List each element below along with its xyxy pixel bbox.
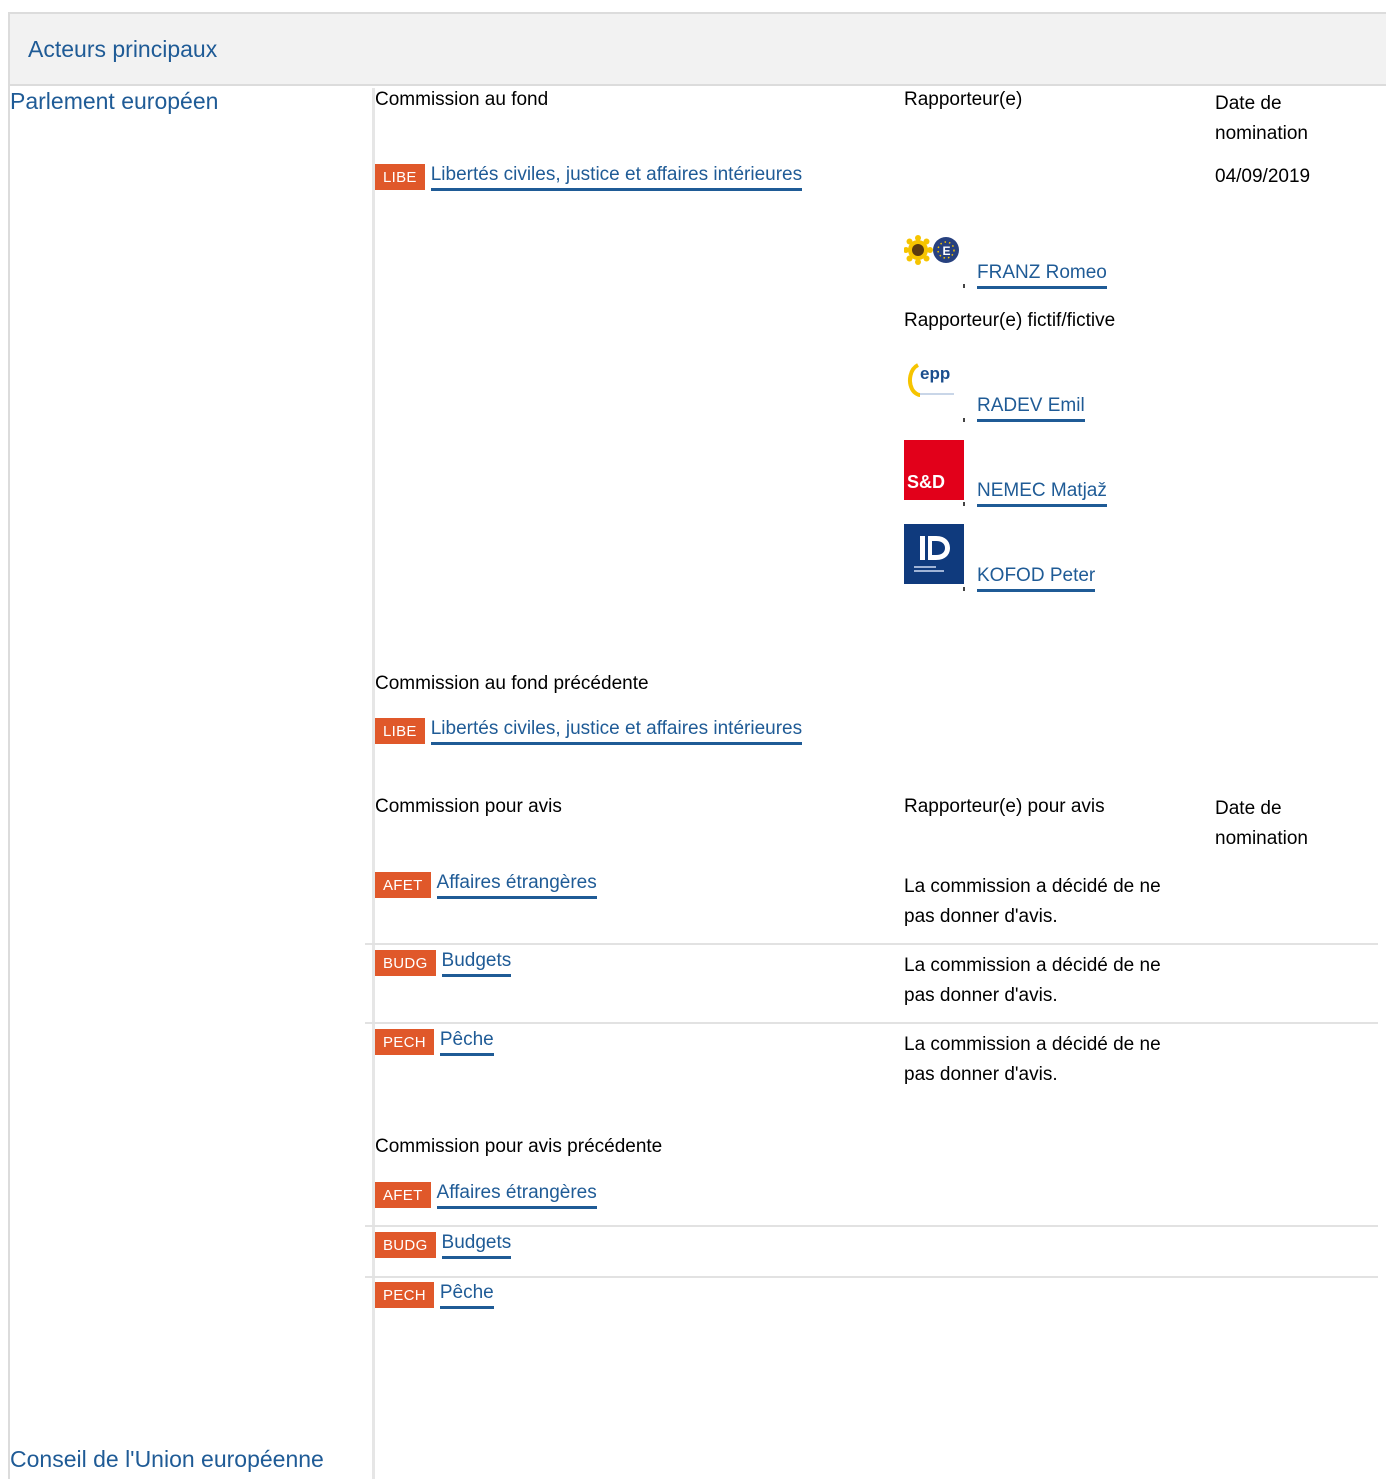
separator-mark: [963, 284, 965, 288]
previous-opinion-row: AFET Affaires étrangères: [375, 1181, 597, 1209]
nomination-date: 04/09/2019: [1215, 166, 1311, 187]
column-divider: [372, 88, 375, 1479]
previous-opinion-row: PECH Pêche: [375, 1281, 494, 1309]
committee-code-badge: PECH: [375, 1282, 434, 1308]
shadow-rapporteur-link[interactable]: NEMEC Matjaž: [977, 480, 1107, 507]
committee-code-badge: AFET: [375, 1182, 431, 1208]
epp-logo-icon: epp: [904, 355, 964, 405]
committee-link[interactable]: Pêche: [439, 1029, 494, 1056]
shadow-rapporteur-link[interactable]: RADEV Emil: [977, 395, 1085, 422]
id-logo-icon: [904, 524, 964, 584]
lead-committee-header: Commission au fond: [375, 89, 549, 110]
opinion-note: La commission a décidé de ne pas donner …: [904, 955, 1161, 1006]
committee-link[interactable]: Affaires étrangères: [436, 872, 597, 899]
committee-code-badge: BUDG: [375, 1232, 436, 1258]
opinion-rapporteur-header: Rapporteur(e) pour avis: [904, 796, 1105, 817]
section-title[interactable]: Acteurs principaux: [28, 36, 217, 63]
opinion-row: BUDG Budgets: [375, 949, 512, 977]
opinion-note: La commission a décidé de ne pas donner …: [904, 1034, 1161, 1085]
separator-mark: [963, 587, 965, 591]
committee-link[interactable]: Budgets: [441, 950, 512, 977]
greens-efa-logo-icon: E: [903, 228, 964, 272]
opinion-date-header: Date de nomination: [1215, 798, 1308, 849]
svg-text:epp: epp: [920, 364, 950, 383]
committee-code-badge: LIBE: [375, 718, 425, 744]
shadow-rapporteur-link[interactable]: KOFOD Peter: [977, 565, 1096, 592]
date-header: Date de nomination: [1215, 93, 1308, 144]
previous-opinion-header: Commission pour avis précédente: [375, 1136, 663, 1157]
actor-council[interactable]: Conseil de l'Union européenne: [10, 1446, 324, 1473]
committee-code-badge: PECH: [375, 1029, 434, 1055]
committee-link[interactable]: Libertés civiles, justice et affaires in…: [430, 718, 803, 745]
row-divider: [365, 943, 1378, 945]
row-divider: [365, 1276, 1378, 1278]
previous-lead-header: Commission au fond précédente: [375, 673, 649, 694]
actors-column: [10, 88, 372, 1479]
committee-code-badge: AFET: [375, 872, 431, 898]
committee-code-badge: BUDG: [375, 950, 436, 976]
previous-opinion-row: BUDG Budgets: [375, 1231, 512, 1259]
section-header: Acteurs principaux: [10, 14, 1386, 86]
svg-text:S&D: S&D: [907, 472, 945, 492]
committee-link[interactable]: Affaires étrangères: [436, 1182, 597, 1209]
separator-mark: [963, 418, 965, 422]
actor-parliament[interactable]: Parlement européen: [10, 88, 218, 115]
rapporteur-header: Rapporteur(e): [904, 89, 1023, 110]
row-divider: [365, 1225, 1378, 1227]
committee-code-badge: LIBE: [375, 164, 425, 190]
opinion-row: AFET Affaires étrangères: [375, 871, 597, 899]
row-divider: [365, 1022, 1378, 1024]
committee-link[interactable]: Libertés civiles, justice et affaires in…: [430, 164, 803, 191]
rapporteur-link[interactable]: FRANZ Romeo: [977, 262, 1107, 289]
opinion-row: PECH Pêche: [375, 1028, 494, 1056]
separator-mark: [963, 502, 965, 506]
previous-lead-row: LIBE Libertés civiles, justice et affair…: [375, 717, 803, 745]
svg-text:E: E: [943, 244, 951, 258]
opinion-committee-header: Commission pour avis: [375, 796, 562, 817]
committee-link[interactable]: Pêche: [439, 1282, 494, 1309]
shadow-rapporteur-header: Rapporteur(e) fictif/fictive: [904, 310, 1116, 331]
committee-link[interactable]: Budgets: [441, 1232, 512, 1259]
opinion-note: La commission a décidé de ne pas donner …: [904, 876, 1161, 927]
key-players-panel: Acteurs principaux: [8, 12, 1386, 1479]
lead-committee-row: LIBE Libertés civiles, justice et affair…: [375, 163, 803, 191]
s-and-d-logo-icon: S&D: [904, 440, 964, 500]
